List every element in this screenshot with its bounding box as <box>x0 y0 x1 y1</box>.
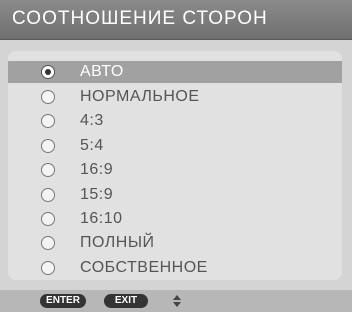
radio-selected-icon <box>41 65 55 79</box>
option-4-3[interactable]: 4:3 <box>8 110 342 132</box>
option-normal[interactable]: НОРМАЛЬНОЕ <box>8 86 342 108</box>
option-15-9[interactable]: 15:9 <box>8 184 342 206</box>
menu-title-bar: СООТНОШЕНИЕ СТОРОН <box>0 0 352 40</box>
option-label: АВТО <box>80 63 124 80</box>
option-label: 5:4 <box>80 137 104 154</box>
radio-empty-icon <box>41 212 55 226</box>
radio-empty-icon <box>41 188 55 202</box>
option-full[interactable]: ПОЛНЫЙ <box>8 232 342 254</box>
option-label: 4:3 <box>80 112 104 129</box>
option-label: 16:9 <box>80 161 114 178</box>
option-label: ПОЛНЫЙ <box>80 234 155 251</box>
options-panel: АВТО НОРМАЛЬНОЕ 4:3 5:4 16:9 15:9 16:10 <box>8 51 342 280</box>
option-label: 16:10 <box>80 210 123 227</box>
arrow-up-icon <box>173 295 181 300</box>
option-auto[interactable]: АВТО <box>8 61 342 83</box>
arrow-down-icon <box>173 302 181 307</box>
option-label: НОРМАЛЬНОЕ <box>80 88 200 105</box>
option-native[interactable]: СОБСТВЕННОЕ <box>8 257 342 279</box>
key-hint-bar: ENTER EXIT <box>0 290 352 312</box>
radio-empty-icon <box>41 139 55 153</box>
radio-empty-icon <box>41 163 55 177</box>
up-down-arrows-icon <box>173 295 181 307</box>
aspect-ratio-menu: СООТНОШЕНИЕ СТОРОН АВТО НОРМАЛЬНОЕ 4:3 5… <box>0 0 352 312</box>
radio-empty-icon <box>41 90 55 104</box>
exit-key-hint: EXIT <box>104 294 148 308</box>
radio-empty-icon <box>41 236 55 250</box>
option-16-9[interactable]: 16:9 <box>8 159 342 181</box>
radio-dot-icon <box>45 69 51 75</box>
enter-key-hint: ENTER <box>40 294 86 308</box>
radio-empty-icon <box>41 114 55 128</box>
option-label: СОБСТВЕННОЕ <box>80 259 208 276</box>
radio-empty-icon <box>41 261 55 275</box>
option-label: 15:9 <box>80 186 114 203</box>
option-16-10[interactable]: 16:10 <box>8 208 342 230</box>
menu-title: СООТНОШЕНИЕ СТОРОН <box>12 8 268 29</box>
option-5-4[interactable]: 5:4 <box>8 135 342 157</box>
